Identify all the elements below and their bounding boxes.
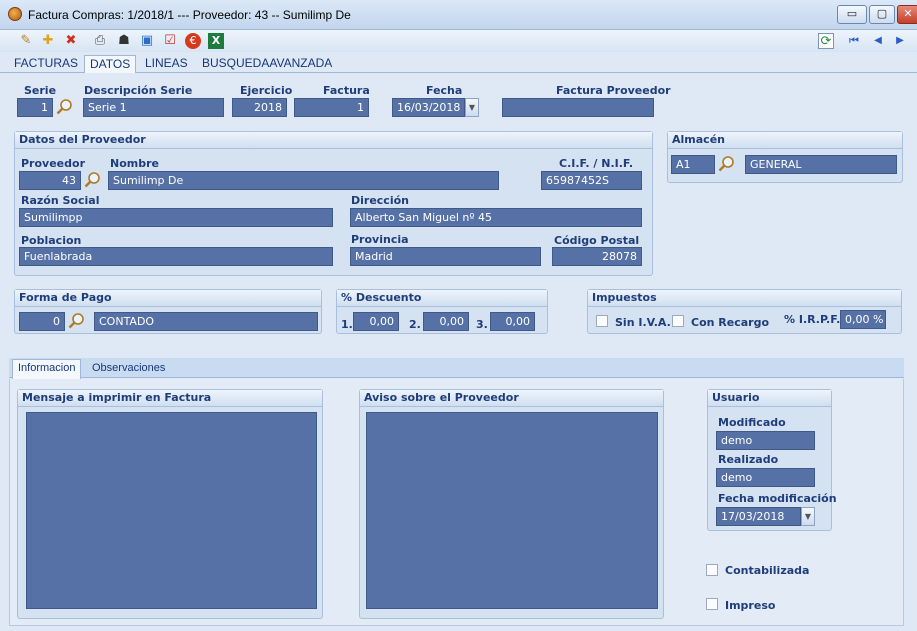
serie-label: Serie (24, 84, 57, 97)
window-title: Factura Compras: 1/2018/1 --- Proveedor:… (28, 8, 351, 22)
aviso-textarea[interactable] (366, 412, 658, 609)
window-icon[interactable]: ▣ (139, 33, 155, 49)
app-icon (8, 7, 22, 21)
forma-pago-search-icon[interactable] (68, 312, 85, 329)
usuario-title: Usuario (708, 390, 831, 407)
factura-label: Factura (323, 84, 370, 97)
forma-pago-code-field[interactable]: 0 (19, 312, 65, 331)
nombre-label: Nombre (110, 157, 159, 170)
provincia-label: Provincia (351, 233, 409, 246)
sin-iva-label: Sin I.V.A. (615, 316, 671, 329)
almacen-panel-title: Almacén (668, 132, 902, 149)
realizado-field[interactable]: demo (716, 468, 815, 487)
excel-icon[interactable]: X (208, 33, 224, 49)
aviso-title: Aviso sobre el Proveedor (360, 390, 663, 407)
proveedor-panel-title: Datos del Proveedor (15, 132, 652, 149)
fecha-modificacion-label: Fecha modificación (718, 492, 837, 505)
impreso-checkbox[interactable] (706, 598, 718, 610)
serie-search-icon[interactable] (56, 98, 73, 115)
con-recargo-checkbox[interactable] (672, 315, 684, 327)
descuento-3-field[interactable]: 0,00 (490, 312, 535, 331)
cif-label: C.I.F. / N.I.F. (559, 157, 634, 170)
con-recargo-label: Con Recargo (691, 316, 770, 329)
tab-lineas[interactable]: LINEAS (140, 55, 193, 73)
proveedor-code-field[interactable]: 43 (19, 171, 81, 190)
forma-pago-name-field[interactable]: CONTADO (94, 312, 318, 331)
maximize-button[interactable]: ▢ (869, 5, 895, 24)
impuestos-title: Impuestos (588, 290, 901, 307)
modificado-label: Modificado (718, 416, 786, 429)
irpf-label: % I.R.P.F. (784, 313, 841, 326)
poblacion-label: Poblacion (21, 234, 82, 247)
minimize-button[interactable]: ▭ (837, 5, 867, 24)
realizado-label: Realizado (718, 453, 779, 466)
fecha-modificacion-dropdown-icon[interactable]: ▼ (801, 507, 815, 526)
subtab-informacion[interactable]: Informacion (12, 359, 82, 379)
factura-field[interactable]: 1 (294, 98, 369, 117)
ejercicio-label: Ejercicio (240, 84, 293, 97)
descuento-2-label: 2. (409, 318, 421, 331)
first-icon[interactable]: ⏮ (846, 33, 862, 49)
refresh-icon[interactable]: ⟳ (818, 33, 834, 49)
poblacion-field[interactable]: Fuenlabrada (19, 247, 333, 266)
close-button[interactable]: ✕ (897, 5, 917, 24)
proveedor-label: Proveedor (21, 157, 85, 170)
contabilizada-checkbox[interactable] (706, 564, 718, 576)
proveedor-search-icon[interactable] (84, 171, 101, 188)
main-tabs: FACTURAS DATOS LINEAS BUSQUEDAAVANZADA (0, 53, 917, 73)
codigo-postal-field[interactable]: 28078 (552, 247, 642, 266)
serie-field[interactable]: 1 (17, 98, 53, 117)
fecha-modificacion-field[interactable]: 17/03/2018 (716, 507, 801, 526)
impreso-label: Impreso (725, 599, 776, 612)
euro-icon[interactable]: € (185, 33, 201, 49)
irpf-field[interactable]: 0,00 % (840, 310, 886, 329)
add-icon[interactable]: ✚ (40, 33, 56, 49)
provincia-field[interactable]: Madrid (350, 247, 541, 266)
descuento-title: % Descuento (337, 290, 547, 307)
next-icon[interactable]: ▶ (892, 33, 908, 49)
title-bar: Factura Compras: 1/2018/1 --- Proveedor:… (0, 0, 917, 30)
fecha-label: Fecha (426, 84, 463, 97)
modificado-field[interactable]: demo (716, 431, 815, 450)
descuento-1-label: 1. (341, 318, 353, 331)
tab-facturas[interactable]: FACTURAS (9, 55, 83, 73)
direccion-field[interactable]: Alberto San Miguel nº 45 (350, 208, 642, 227)
nombre-field[interactable]: Sumilimp De (108, 171, 499, 190)
almacen-search-icon[interactable] (718, 155, 735, 172)
prev-icon[interactable]: ◀ (870, 33, 886, 49)
contabilizada-label: Contabilizada (725, 564, 810, 577)
descripcion-serie-field[interactable]: Serie 1 (83, 98, 224, 117)
delete-icon[interactable]: ✖ (63, 33, 79, 49)
checklist-icon[interactable]: ☑ (162, 33, 178, 49)
cif-field[interactable]: 65987452S (541, 171, 642, 190)
user-icon[interactable]: ☗ (116, 33, 132, 49)
factura-proveedor-field[interactable] (502, 98, 654, 117)
mensaje-title: Mensaje a imprimir en Factura (18, 390, 322, 407)
toolbar: ✎ ✚ ✖ ⎙ ☗ ▣ ☑ € X ⟳ ⏮ ◀ ▶ (0, 30, 917, 52)
forma-pago-title: Forma de Pago (15, 290, 321, 307)
print-icon[interactable]: ⎙ (92, 33, 108, 49)
ejercicio-field[interactable]: 2018 (232, 98, 287, 117)
tab-busqueda-avanzada[interactable]: BUSQUEDAAVANZADA (197, 55, 337, 73)
subtab-observaciones[interactable]: Observaciones (87, 360, 170, 378)
edit-icon[interactable]: ✎ (18, 33, 34, 49)
descripcion-serie-label: Descripción Serie (84, 84, 193, 97)
sin-iva-checkbox[interactable] (596, 315, 608, 327)
descuento-3-label: 3. (476, 318, 488, 331)
tab-datos[interactable]: DATOS (84, 55, 137, 73)
almacen-name-field[interactable]: GENERAL (745, 155, 897, 174)
fecha-dropdown-icon[interactable]: ▼ (465, 98, 479, 117)
descuento-1-field[interactable]: 0,00 (353, 312, 399, 331)
fecha-field[interactable]: 16/03/2018 (392, 98, 465, 117)
direccion-label: Dirección (351, 194, 409, 207)
codigo-postal-label: Código Postal (554, 234, 640, 247)
razon-social-field[interactable]: Sumilimpp (19, 208, 333, 227)
factura-proveedor-label: Factura Proveedor (556, 84, 671, 97)
razon-social-label: Razón Social (21, 194, 100, 207)
descuento-2-field[interactable]: 0,00 (423, 312, 469, 331)
mensaje-textarea[interactable] (26, 412, 317, 609)
almacen-code-field[interactable]: A1 (671, 155, 715, 174)
